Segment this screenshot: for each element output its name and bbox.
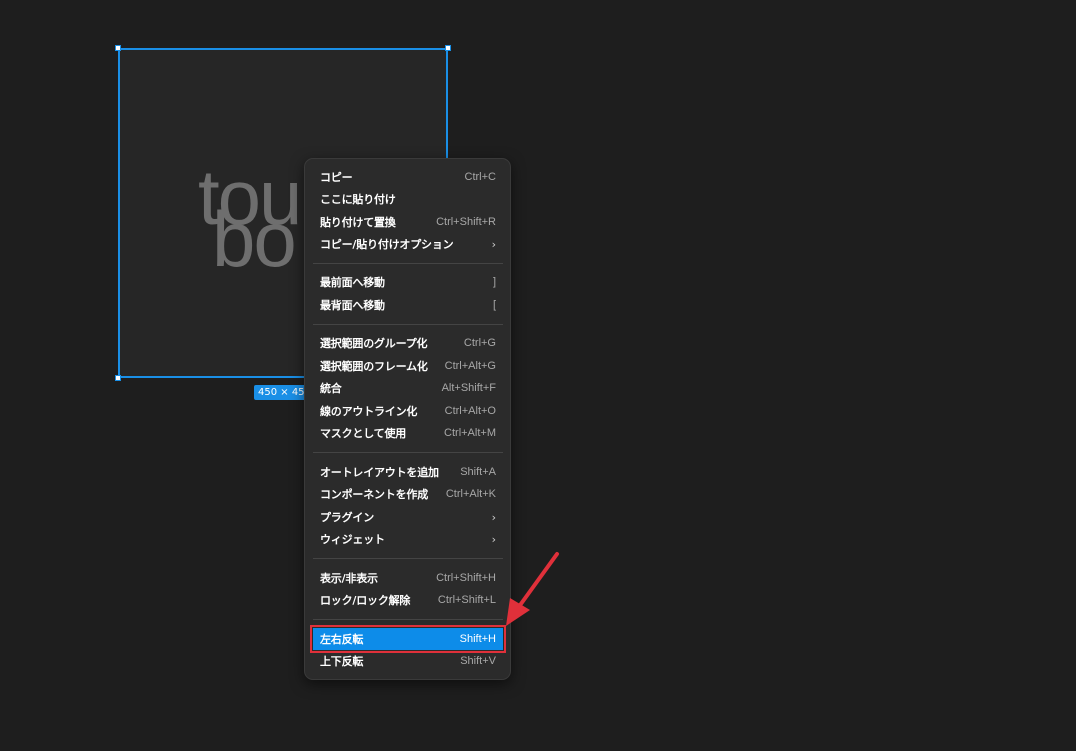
- menu-item-add-auto-layout[interactable]: オートレイアウトを追加 Shift+A: [313, 461, 503, 483]
- menu-item-label: オートレイアウトを追加: [320, 466, 439, 479]
- menu-separator: [313, 452, 503, 453]
- menu-item-shortcut: Ctrl+C: [464, 171, 496, 183]
- menu-item-label: プラグイン: [320, 511, 374, 524]
- menu-item-label: コピー/貼り付けオプション: [320, 238, 454, 251]
- menu-item-shortcut: Ctrl+G: [463, 337, 496, 349]
- menu-item-copy[interactable]: コピー Ctrl+C: [313, 166, 503, 188]
- menu-item-shortcut: [: [492, 299, 496, 311]
- context-menu: コピー Ctrl+C ここに貼り付け 貼り付けて置換 Ctrl+Shift+R …: [304, 158, 511, 680]
- menu-item-shortcut: ]: [492, 276, 496, 288]
- menu-item-paste-here[interactable]: ここに貼り付け: [313, 188, 503, 210]
- menu-item-flatten[interactable]: 統合 Alt+Shift+F: [313, 377, 503, 399]
- menu-item-label: 選択範囲のグループ化: [320, 337, 428, 350]
- menu-item-label: マスクとして使用: [320, 427, 407, 440]
- menu-item-label: 左右反転: [320, 633, 364, 646]
- menu-item-send-to-back[interactable]: 最背面へ移動 [: [313, 294, 503, 316]
- menu-item-lock-unlock[interactable]: ロック/ロック解除 Ctrl+Shift+L: [313, 589, 503, 611]
- menu-separator: [313, 263, 503, 264]
- menu-item-shortcut: Alt+Shift+F: [441, 382, 496, 394]
- menu-item-label: 最前面へ移動: [320, 276, 385, 289]
- menu-separator: [313, 558, 503, 559]
- menu-item-shortcut: Ctrl+Alt+M: [444, 427, 496, 439]
- menu-item-shortcut: Shift+A: [460, 466, 496, 478]
- menu-separator: [313, 619, 503, 620]
- menu-item-shortcut: Shift+V: [460, 655, 496, 667]
- menu-item-shortcut: Ctrl+Alt+O: [444, 405, 496, 417]
- menu-item-label: 統合: [320, 382, 342, 395]
- menu-separator: [313, 324, 503, 325]
- menu-item-label: ここに貼り付け: [320, 193, 396, 206]
- chevron-right-icon: ›: [491, 510, 496, 524]
- menu-item-shortcut: Ctrl+Shift+R: [436, 216, 496, 228]
- menu-item-outline-stroke[interactable]: 線のアウトライン化 Ctrl+Alt+O: [313, 400, 503, 422]
- menu-item-label: ウィジェット: [320, 533, 385, 546]
- menu-item-label: 表示/非表示: [320, 572, 378, 585]
- menu-item-group-selection[interactable]: 選択範囲のグループ化 Ctrl+G: [313, 332, 503, 354]
- menu-item-label: ロック/ロック解除: [320, 594, 411, 607]
- menu-item-label: 貼り付けて置換: [320, 216, 396, 229]
- menu-item-show-hide[interactable]: 表示/非表示 Ctrl+Shift+H: [313, 567, 503, 589]
- menu-item-label: コピー: [320, 171, 353, 184]
- menu-item-shortcut: Ctrl+Alt+G: [444, 360, 496, 372]
- logo-text-line-2: bo: [212, 195, 295, 283]
- menu-item-flip-horizontal[interactable]: 左右反転 Shift+H: [310, 625, 506, 653]
- menu-item-use-as-mask[interactable]: マスクとして使用 Ctrl+Alt+M: [313, 422, 503, 444]
- menu-item-shortcut: Shift+H: [459, 633, 496, 645]
- resize-handle-bottom-left[interactable]: [115, 375, 121, 381]
- menu-item-label: 選択範囲のフレーム化: [320, 360, 428, 373]
- annotation-arrow-icon: [506, 552, 559, 626]
- menu-item-label: コンポーネントを作成: [320, 488, 428, 501]
- menu-item-shortcut: Ctrl+Shift+H: [436, 572, 496, 584]
- menu-item-copy-paste-options[interactable]: コピー/貼り付けオプション ›: [313, 233, 503, 255]
- menu-item-plugins[interactable]: プラグイン ›: [313, 506, 503, 528]
- menu-item-shortcut: Ctrl+Shift+L: [437, 594, 496, 606]
- resize-handle-top-right[interactable]: [445, 45, 451, 51]
- menu-item-label: 上下反転: [320, 655, 364, 668]
- menu-item-label: 線のアウトライン化: [320, 405, 418, 418]
- menu-item-widgets[interactable]: ウィジェット ›: [313, 528, 503, 550]
- menu-item-create-component[interactable]: コンポーネントを作成 Ctrl+Alt+K: [313, 483, 503, 505]
- chevron-right-icon: ›: [491, 237, 496, 251]
- menu-item-bring-to-front[interactable]: 最前面へ移動 ]: [313, 271, 503, 293]
- chevron-right-icon: ›: [491, 532, 496, 546]
- menu-item-paste-replace[interactable]: 貼り付けて置換 Ctrl+Shift+R: [313, 211, 503, 233]
- menu-item-frame-selection[interactable]: 選択範囲のフレーム化 Ctrl+Alt+G: [313, 355, 503, 377]
- design-canvas[interactable]: tou bo 450 × 450 コピー Ctrl+C ここに貼り付け 貼り付け…: [0, 0, 1076, 751]
- menu-item-shortcut: Ctrl+Alt+K: [445, 488, 496, 500]
- resize-handle-top-left[interactable]: [115, 45, 121, 51]
- menu-item-flip-vertical[interactable]: 上下反転 Shift+V: [313, 650, 503, 672]
- menu-item-label: 最背面へ移動: [320, 299, 385, 312]
